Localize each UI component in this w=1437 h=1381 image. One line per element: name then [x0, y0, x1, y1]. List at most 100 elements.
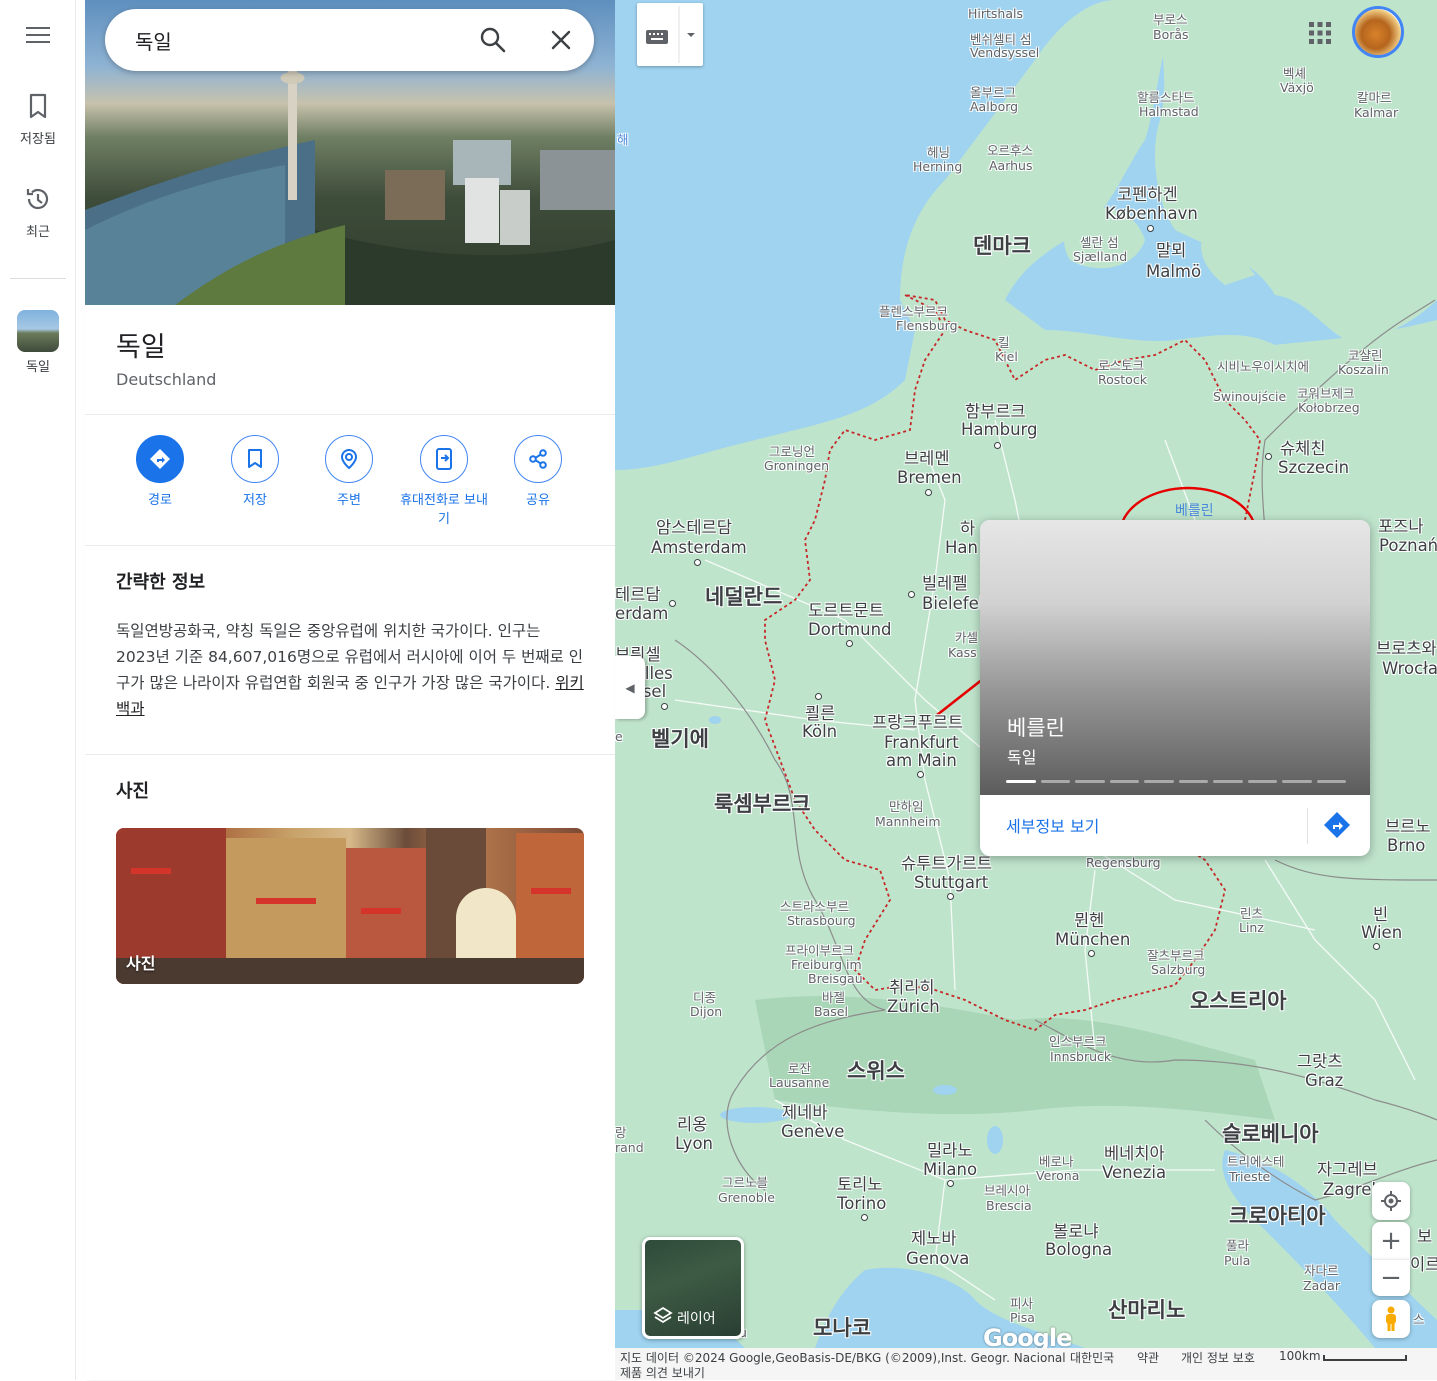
directions-label: 경로	[148, 493, 172, 508]
map-label: Groningen	[764, 458, 830, 473]
recent-label: 최근	[26, 225, 50, 240]
map-label: 네덜란드	[705, 585, 783, 609]
divider	[85, 414, 615, 415]
hamburger-line	[26, 27, 50, 29]
recent-place-germany[interactable]: 독일	[0, 310, 76, 375]
search-box	[105, 9, 594, 71]
nearby-button[interactable]: 주변	[302, 435, 396, 510]
layers-button[interactable]: 레이어	[642, 1237, 744, 1339]
carousel-dot	[1213, 780, 1243, 783]
map-label: 코샬린	[1348, 348, 1383, 363]
saved-button[interactable]: 저장됨	[0, 92, 76, 147]
map-label: 암스테르담	[656, 518, 732, 537]
search-icon[interactable]	[477, 24, 509, 56]
city-dot	[669, 600, 676, 607]
map-label: 브레시아	[984, 1183, 1031, 1198]
recent-button[interactable]: 최근	[0, 185, 76, 240]
map-label: Lyon	[675, 1134, 713, 1153]
about-text: 독일연방공화국, 약칭 독일은 중앙유럽에 위치한 국가이다. 인구는 2023…	[116, 618, 584, 722]
nearby-icon	[340, 448, 358, 470]
map-label: Borås	[1153, 27, 1189, 42]
hero-photo[interactable]	[85, 0, 615, 305]
map-label: 볼로냐	[1053, 1222, 1099, 1241]
map-label: Brescia	[986, 1198, 1032, 1213]
map-label: 만하임	[889, 799, 924, 814]
collapse-panel-button[interactable]: ◀	[615, 656, 645, 719]
city-dot	[908, 591, 915, 598]
city-dot	[1373, 943, 1380, 950]
chevron-down-icon	[687, 33, 695, 37]
apps-grid-icon[interactable]	[1308, 21, 1332, 45]
side-rail: 저장됨 최근 독일	[0, 0, 76, 1380]
map-label: 포즈나	[1378, 517, 1424, 536]
map-label: Amsterdam	[651, 538, 747, 557]
map-label: 린츠	[1240, 906, 1264, 921]
place-subtitle: Deutschland	[116, 370, 217, 389]
menu-button[interactable]	[0, 22, 76, 58]
map-label: Poznań	[1379, 536, 1437, 555]
carousel-dot	[1316, 780, 1346, 783]
privacy-link[interactable]: 개인 정보 보호	[1181, 1349, 1255, 1366]
map-label: 취리히	[889, 978, 935, 997]
input-tools-button[interactable]	[637, 3, 703, 66]
map-label: 벨기에	[651, 727, 709, 751]
map-label: Basel	[814, 1004, 848, 1019]
map-label: München	[1055, 930, 1131, 949]
map-label: 인스부르크	[1049, 1034, 1107, 1049]
map-label: Genova	[906, 1249, 970, 1268]
street-view-pegman[interactable]	[1372, 1300, 1410, 1338]
map-label: Szczecin	[1278, 458, 1350, 477]
preview-photo[interactable]	[980, 520, 1370, 795]
directions-icon[interactable]	[1322, 810, 1352, 840]
map-label: Frankfurt	[884, 733, 959, 752]
close-icon[interactable]	[545, 24, 577, 56]
map-label: 코펜하겐	[1117, 185, 1178, 204]
map-label: Świnoujście	[1213, 389, 1287, 404]
berlin-map-label[interactable]: 베를린	[1175, 504, 1214, 519]
save-label: 저장	[243, 493, 267, 508]
map-label: 브레멘	[904, 449, 950, 468]
map-label: 랑	[615, 1125, 627, 1140]
terms-link[interactable]: 약관	[1137, 1349, 1159, 1366]
map-label: Trieste	[1229, 1169, 1271, 1184]
map-label: Hirtshals	[968, 6, 1023, 21]
map-label: 빈	[1373, 905, 1389, 924]
history-icon	[26, 188, 49, 210]
carousel-dot	[1247, 780, 1277, 783]
city-dot	[861, 1214, 868, 1221]
directions-icon	[150, 449, 170, 469]
region-link[interactable]: 대한민국	[1070, 1349, 1114, 1366]
photos-card[interactable]: 사진	[116, 828, 584, 984]
zoom-in-button[interactable]: +	[1372, 1222, 1410, 1260]
my-location-button[interactable]	[1372, 1182, 1410, 1220]
carousel-dot	[1075, 780, 1105, 783]
map-label: 벡셰	[1283, 66, 1307, 81]
map-canvas[interactable]: Hirtshals 벤쉬셀티 섬 Vendsyssel 부로스 Borås 올부…	[615, 0, 1437, 1348]
nearby-circle	[325, 435, 373, 483]
view-details-link[interactable]: 세부정보 보기	[1006, 813, 1099, 837]
divider	[1307, 808, 1308, 844]
layers-icon	[653, 1306, 673, 1324]
bookmark-icon	[29, 93, 47, 119]
send-to-phone-button[interactable]: 휴대전화로 보내기	[397, 435, 491, 529]
map-label: 슬로베니아	[1222, 1122, 1319, 1146]
carousel-dot	[1282, 780, 1312, 783]
map-label: Grenoble	[718, 1190, 775, 1205]
save-button[interactable]: 저장	[208, 435, 302, 510]
map-label: 로잔	[788, 1061, 812, 1076]
map-label: 보	[1417, 1227, 1433, 1246]
preview-city: 베를린	[1007, 716, 1065, 740]
account-avatar[interactable]	[1352, 6, 1404, 58]
search-input[interactable]	[135, 23, 455, 57]
about-heading: 간략한 정보	[116, 572, 206, 593]
map-label: 헤닝	[927, 145, 951, 160]
scale-label[interactable]: 100km	[1279, 1349, 1321, 1363]
save-circle	[231, 435, 279, 483]
directions-button[interactable]: 경로	[113, 435, 207, 510]
preview-country: 독일	[1007, 748, 1037, 767]
zoom-out-button[interactable]: −	[1372, 1260, 1410, 1296]
place-panel: 독일 Deutschland 경로 저장 주변 휴대전화로 보내기 공유 간략한…	[85, 0, 615, 1380]
send-feedback-link[interactable]: 제품 의견 보내기	[620, 1364, 705, 1381]
map-label: 오스트리아	[1190, 989, 1287, 1013]
share-button[interactable]: 공유	[491, 435, 585, 510]
